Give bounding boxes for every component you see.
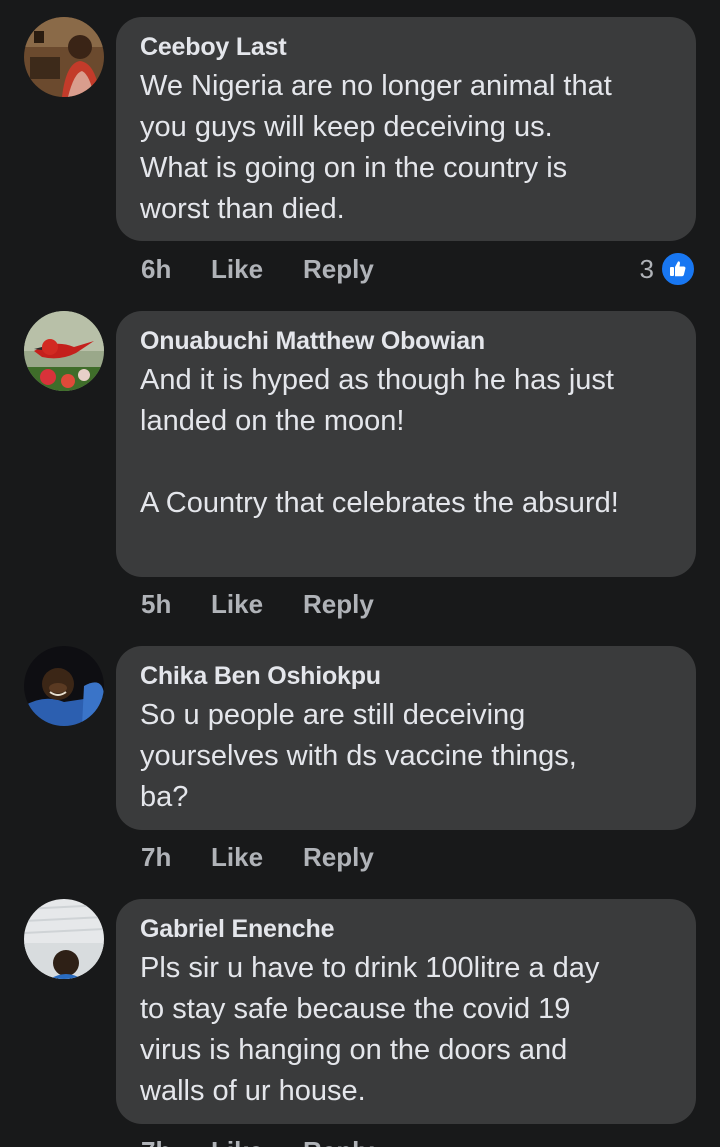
profile-photo-icon bbox=[24, 17, 104, 97]
avatar[interactable] bbox=[24, 899, 104, 979]
profile-photo-icon bbox=[24, 646, 104, 726]
comment-author[interactable]: Chika Ben Oshiokpu bbox=[140, 660, 672, 692]
like-button[interactable]: Like bbox=[211, 842, 303, 873]
comment-text: Pls sir u have to drink 100litre a day t… bbox=[140, 952, 600, 1107]
comment-actions: 6h Like Reply bbox=[141, 251, 374, 287]
comments-feed: Ceeboy Last We Nigeria are no longer ani… bbox=[0, 0, 720, 1147]
comment-bubble: Chika Ben Oshiokpu So u people are still… bbox=[116, 646, 696, 830]
reply-button[interactable]: Reply bbox=[303, 254, 374, 285]
like-button[interactable]: Like bbox=[211, 254, 303, 285]
comment-text: So u people are still deceiving yourselv… bbox=[140, 699, 577, 813]
comment-actions: 7h Like Reply bbox=[141, 839, 374, 875]
comment-bubble: Ceeboy Last We Nigeria are no longer ani… bbox=[116, 17, 696, 241]
profile-photo-icon bbox=[24, 899, 104, 979]
comment-timestamp[interactable]: 5h bbox=[141, 589, 211, 620]
reply-button[interactable]: Reply bbox=[303, 589, 374, 620]
comment-author[interactable]: Ceeboy Last bbox=[140, 31, 672, 63]
comment-text: And it is hyped as though he has just la… bbox=[140, 364, 619, 519]
reply-button[interactable]: Reply bbox=[303, 1136, 374, 1147]
avatar[interactable] bbox=[24, 17, 104, 97]
comment-timestamp[interactable]: 7h bbox=[141, 842, 211, 873]
comment-bubble: Onuabuchi Matthew Obowian And it is hype… bbox=[116, 311, 696, 577]
comment-timestamp[interactable]: 7h bbox=[141, 1136, 211, 1147]
reaction-count: 3 bbox=[639, 253, 654, 284]
profile-photo-icon bbox=[24, 311, 104, 391]
reaction-summary[interactable]: 3 bbox=[640, 251, 696, 287]
thumbs-up-icon bbox=[660, 251, 696, 287]
comment-actions: 7h Like Reply bbox=[141, 1133, 374, 1147]
comment-timestamp[interactable]: 6h bbox=[141, 254, 211, 285]
like-button[interactable]: Like bbox=[211, 1136, 303, 1147]
avatar[interactable] bbox=[24, 311, 104, 391]
comment-author[interactable]: Gabriel Enenche bbox=[140, 913, 672, 945]
comment-text: We Nigeria are no longer animal that you… bbox=[140, 70, 612, 225]
comment-bubble: Gabriel Enenche Pls sir u have to drink … bbox=[116, 899, 696, 1124]
avatar[interactable] bbox=[24, 646, 104, 726]
like-button[interactable]: Like bbox=[211, 589, 303, 620]
reply-button[interactable]: Reply bbox=[303, 842, 374, 873]
comment-actions: 5h Like Reply bbox=[141, 586, 374, 622]
comment-author[interactable]: Onuabuchi Matthew Obowian bbox=[140, 325, 672, 357]
